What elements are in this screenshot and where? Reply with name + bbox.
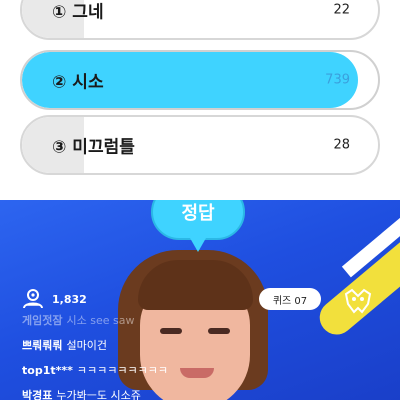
live-chat: 게임젓잠 시소 see saw 쁘뤄뤄뤄 설마이건 top1t*** ㅋㅋㅋㅋㅋㅋㅋㅋ… <box>22 312 282 400</box>
answer-bubble: 정답 <box>151 200 245 240</box>
chat-message: 박경표 누가봐ㅡ도 시소쥬 <box>22 387 282 400</box>
chat-message: 게임젓잠 시소 see saw <box>22 312 282 328</box>
chat-username: 쁘뤄뤄뤄 <box>22 339 63 352</box>
option-1-count: 22 <box>333 2 350 18</box>
option-2-seesaw[interactable]: ② 시소 739 <box>20 50 380 110</box>
chat-text: 설마이건 <box>66 339 107 352</box>
option-3-count: 28 <box>333 137 350 153</box>
chat-username: top1t*** <box>22 364 73 377</box>
chat-username: 박경표 <box>22 389 53 400</box>
chat-text: 시소 see saw <box>66 314 135 327</box>
chat-text: ㅋㅋㅋㅋㅋㅋㅋㅋㅋ <box>76 364 168 377</box>
answer-bubble-tail <box>190 238 206 252</box>
viewer-count: 1,832 <box>22 289 87 309</box>
quiz-number-badge: 퀴즈 07 <box>259 288 321 310</box>
viewer-count-value: 1,832 <box>52 292 87 306</box>
option-3-slide[interactable]: ③ 미끄럼틀 28 <box>20 115 380 175</box>
option-1-swing[interactable]: ① 그네 22 <box>20 0 380 40</box>
answer-bubble-text: 정답 <box>181 203 215 224</box>
chat-text: 누가봐ㅡ도 시소쥬 <box>56 389 141 400</box>
answer-options: ① 그네 22 ② 시소 739 ③ 미끄럼틀 28 <box>0 0 400 200</box>
option-1-label: ① 그네 <box>52 2 104 23</box>
chat-message: top1t*** ㅋㅋㅋㅋㅋㅋㅋㅋㅋ <box>22 362 282 378</box>
option-2-label: ② 시소 <box>52 72 104 93</box>
chat-username: 게임젓잠 <box>22 314 63 327</box>
chat-message: 쁘뤄뤄뤄 설마이건 <box>22 337 282 353</box>
host-bangs <box>138 260 253 310</box>
brand-logo-icon <box>344 288 372 314</box>
live-stream-area: 정답 1,832 퀴즈 07 게임젓잠 시소 see saw 쁘뤄뤄뤄 설마이건 t… <box>0 200 400 400</box>
option-3-label: ③ 미끄럼틀 <box>52 137 135 158</box>
option-2-count: 739 <box>325 72 350 88</box>
viewers-icon <box>23 289 43 309</box>
